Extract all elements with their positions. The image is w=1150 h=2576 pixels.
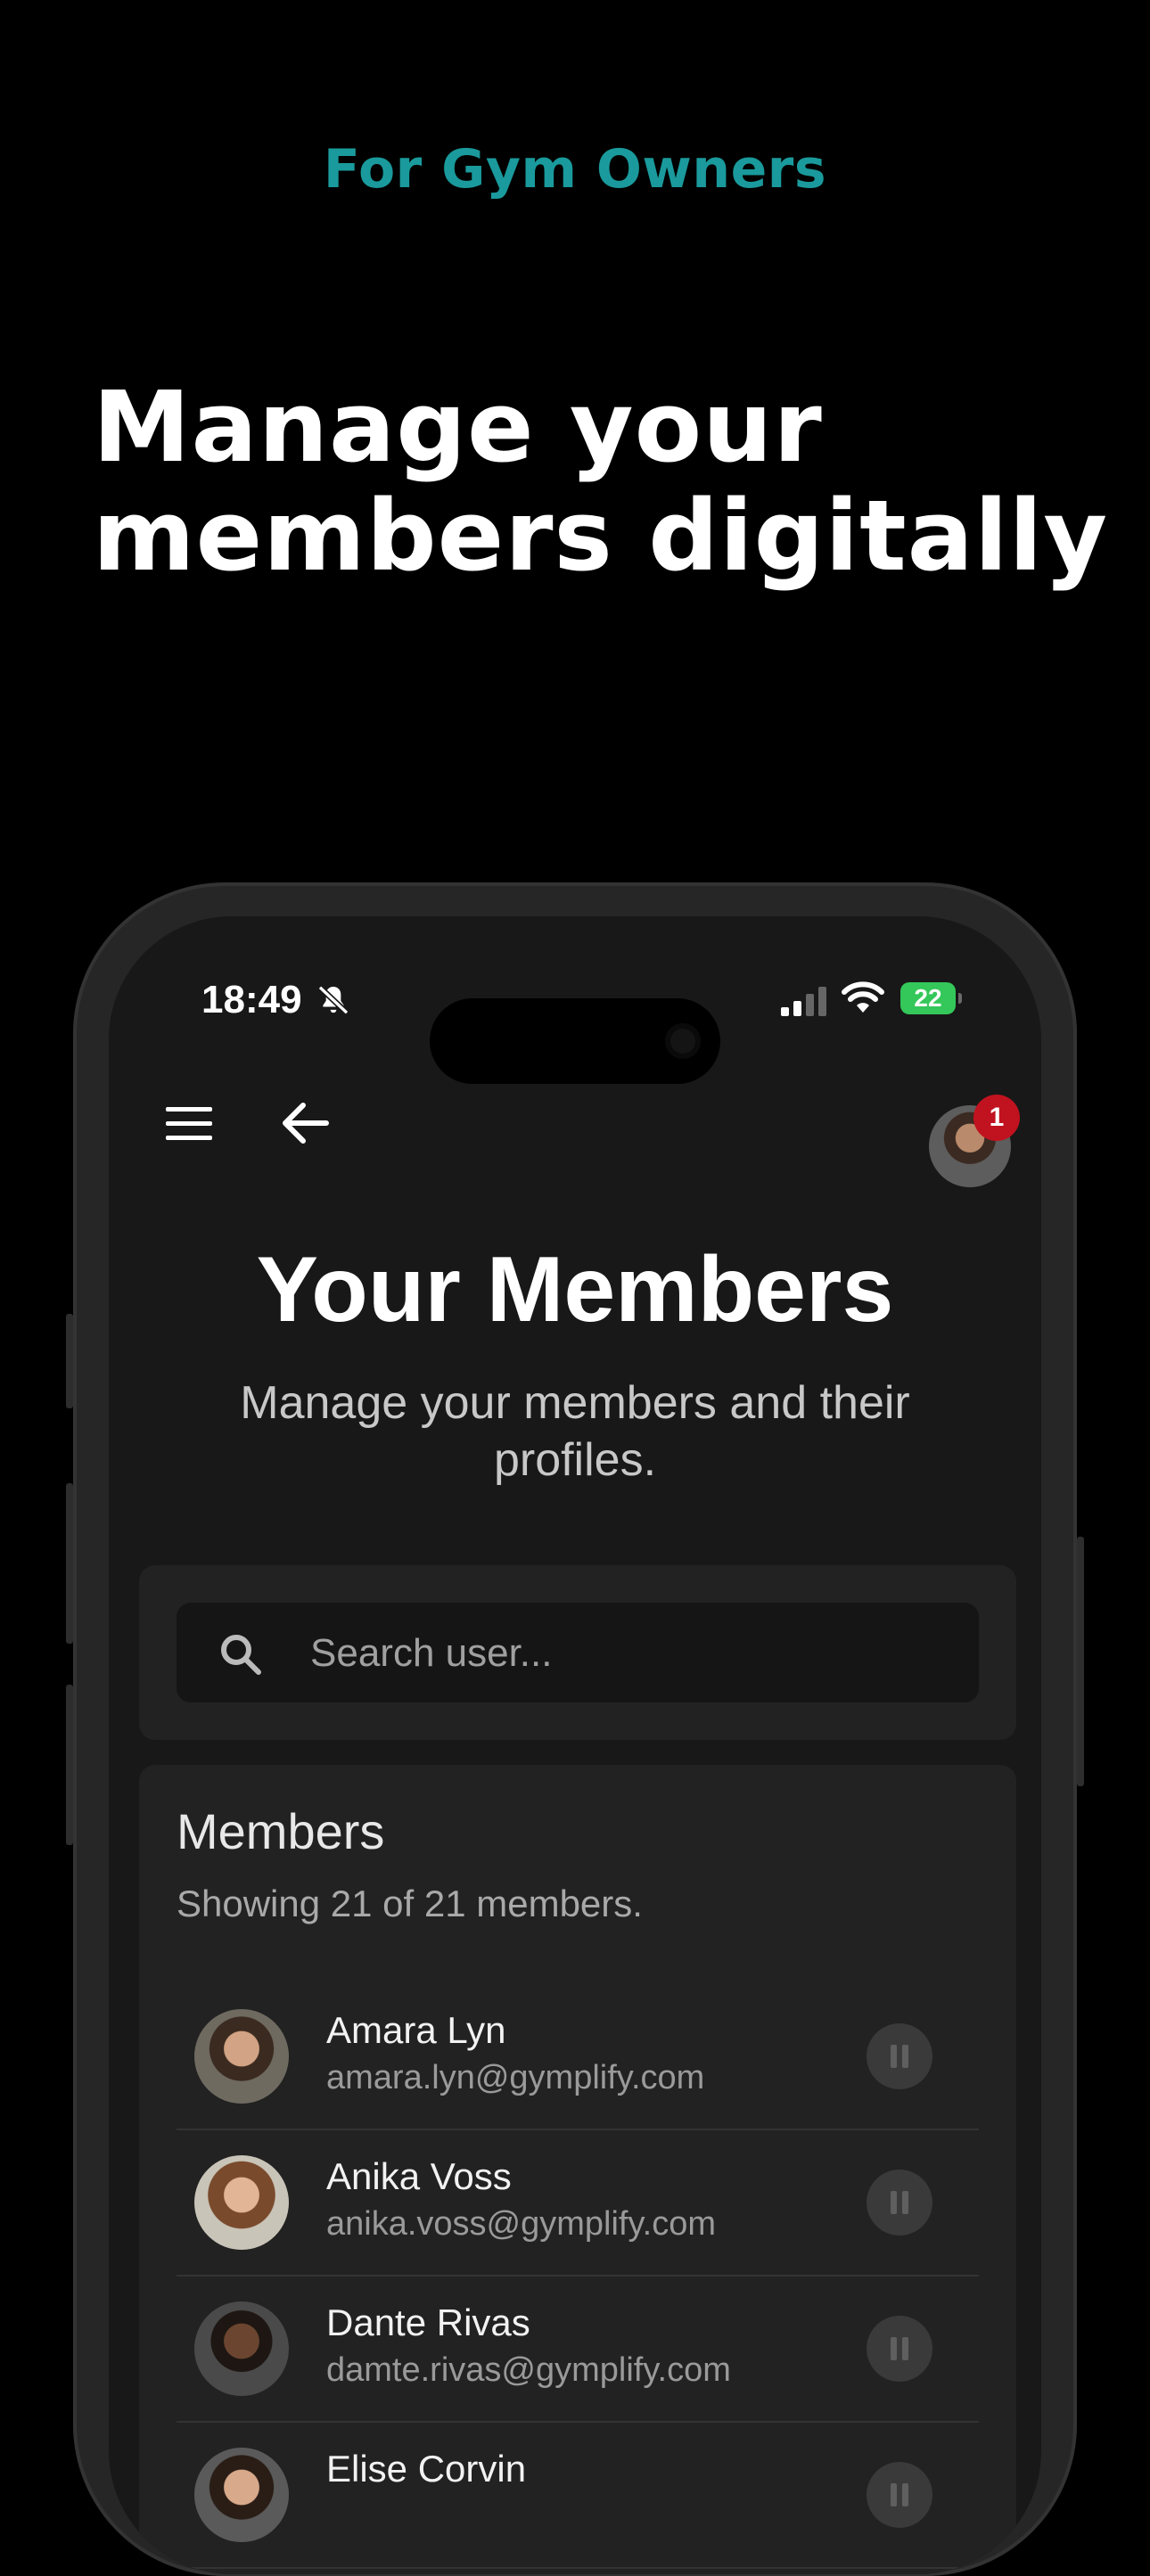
signal-icon bbox=[781, 987, 826, 1016]
phone-volume-down-button bbox=[66, 1685, 73, 1845]
eyebrow-label: For Gym Owners bbox=[323, 138, 827, 201]
dynamic-island bbox=[430, 998, 720, 1084]
member-name: Amara Lyn bbox=[326, 2009, 506, 2051]
status-bar: 18:49 22 bbox=[109, 964, 1041, 1084]
app-header: 1 bbox=[109, 1077, 1041, 1187]
members-list: Amara Lyn amara.lyn@gymplify.com Anika V… bbox=[177, 1984, 979, 2569]
list-item[interactable]: Anika Voss anika.voss@gymplify.com bbox=[177, 2130, 979, 2277]
phone-screen: 18:49 22 1 Your Members Manage your memb… bbox=[109, 916, 1041, 2574]
hamburger-menu-icon[interactable] bbox=[162, 1102, 216, 1146]
profile-avatar-button[interactable]: 1 bbox=[929, 1095, 1020, 1187]
phone-side-button bbox=[66, 1314, 73, 1408]
member-email: amara.lyn@gymplify.com bbox=[326, 2059, 705, 2096]
status-time: 18:49 bbox=[201, 978, 302, 1021]
member-name: Anika Voss bbox=[326, 2155, 512, 2197]
page-title: Your Members bbox=[256, 1238, 894, 1341]
list-item[interactable]: Elise Corvin bbox=[177, 2423, 979, 2569]
avatar bbox=[194, 2301, 289, 2396]
list-item[interactable]: Amara Lyn amara.lyn@gymplify.com bbox=[177, 1984, 979, 2130]
member-email: anika.voss@gymplify.com bbox=[326, 2205, 716, 2243]
list-item[interactable]: Dante Rivas damte.rivas@gymplify.com bbox=[177, 2277, 979, 2423]
headline-line-2: members digitally bbox=[93, 479, 1109, 593]
phone-power-button bbox=[1077, 1537, 1084, 1786]
members-card: Members Showing 21 of 21 members. Amara … bbox=[139, 1765, 1016, 2574]
avatar bbox=[194, 2448, 289, 2542]
wifi-icon bbox=[842, 981, 884, 1013]
members-heading: Members bbox=[177, 1803, 385, 1859]
member-name: Dante Rivas bbox=[326, 2301, 530, 2343]
member-name: Elise Corvin bbox=[326, 2448, 527, 2490]
search-input[interactable] bbox=[308, 1603, 954, 1704]
pause-button[interactable] bbox=[867, 2462, 932, 2528]
avatar bbox=[194, 2155, 289, 2250]
member-email: damte.rivas@gymplify.com bbox=[326, 2351, 731, 2389]
notification-badge: 1 bbox=[973, 1095, 1020, 1141]
battery-charging-icon: 22 bbox=[900, 982, 962, 1014]
pause-button[interactable] bbox=[867, 2316, 932, 2382]
arrow-left-icon[interactable] bbox=[278, 1098, 332, 1148]
search-icon bbox=[221, 1635, 261, 1675]
phone-volume-up-button bbox=[66, 1483, 73, 1644]
headline-line-1: Manage your bbox=[93, 370, 823, 484]
camera-icon bbox=[665, 1023, 701, 1059]
members-count: Showing 21 of 21 members. bbox=[177, 1883, 643, 1924]
pause-button[interactable] bbox=[867, 2023, 932, 2089]
bell-slash-icon bbox=[317, 985, 349, 1015]
promo-headline: Manage your members digitally bbox=[93, 373, 1118, 590]
pause-button[interactable] bbox=[867, 2170, 932, 2236]
search-field[interactable] bbox=[177, 1603, 979, 1704]
avatar bbox=[194, 2009, 289, 2104]
page-subtitle: Manage your members and their profiles. bbox=[240, 1377, 910, 1486]
search-card bbox=[139, 1565, 1016, 1740]
